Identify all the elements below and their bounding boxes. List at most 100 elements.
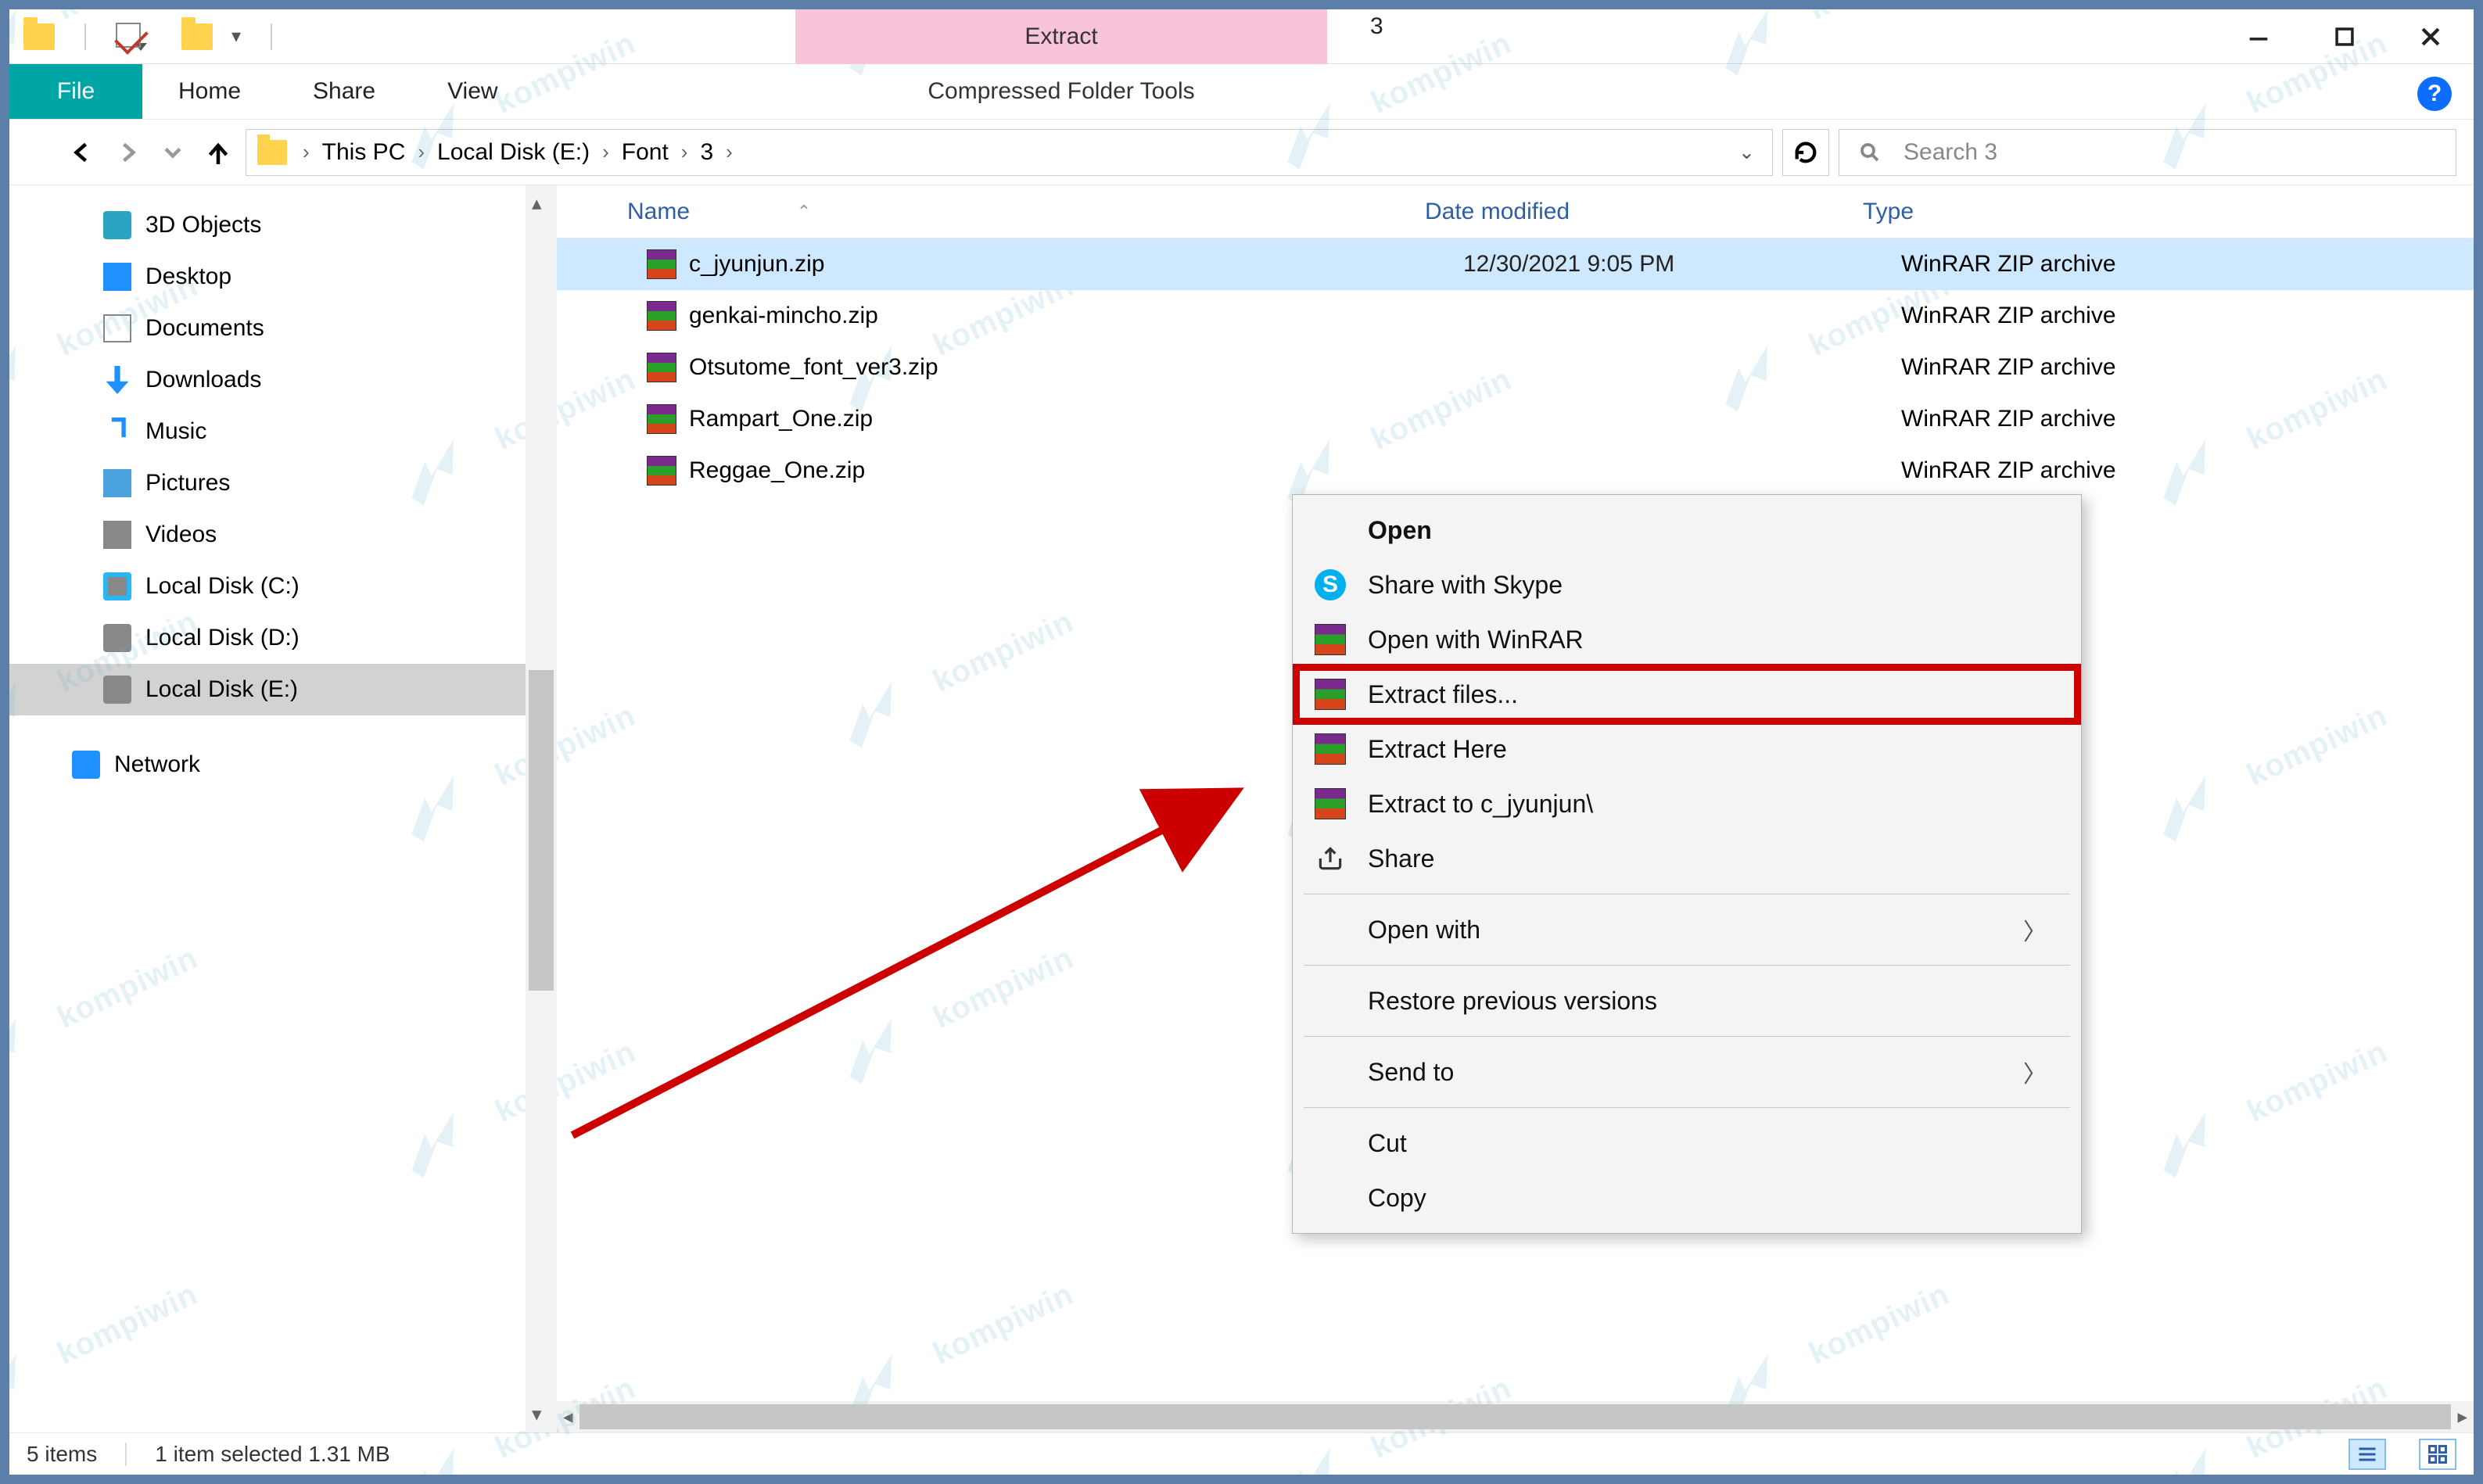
- sidebar-item-documents[interactable]: Documents: [103, 303, 526, 354]
- back-button[interactable]: [64, 134, 100, 170]
- file-row[interactable]: genkai-mincho.zip WinRAR ZIP archive: [557, 290, 2474, 342]
- chevron-right-icon[interactable]: ›: [413, 140, 429, 164]
- chevron-right-icon[interactable]: ›: [721, 140, 737, 164]
- winrar-icon: [1315, 679, 1346, 710]
- breadcrumb-item[interactable]: Font: [614, 139, 676, 166]
- sidebar-item-label: Desktop: [145, 263, 231, 290]
- menu-item-label: Copy: [1368, 1184, 2047, 1213]
- breadcrumb-item[interactable]: This PC: [314, 139, 414, 166]
- sidebar-item-3d-objects[interactable]: 3D Objects: [103, 199, 526, 251]
- menu-item-label: Extract Here: [1368, 735, 2047, 764]
- navigation-pane: 3D Objects Desktop Documents Downloads M…: [9, 185, 557, 1432]
- sidebar-item-music[interactable]: Music: [103, 406, 526, 457]
- sidebar-item-videos[interactable]: Videos: [103, 509, 526, 561]
- folder-icon: [257, 140, 287, 165]
- qat-customize-icon[interactable]: ▾: [231, 25, 241, 48]
- window-title: 3: [1370, 13, 1383, 40]
- close-button[interactable]: [2388, 13, 2474, 60]
- file-row[interactable]: Reggae_One.zip WinRAR ZIP archive: [557, 445, 2474, 496]
- winrar-zip-icon: [647, 456, 676, 486]
- chevron-right-icon[interactable]: ›: [597, 140, 614, 164]
- chevron-right-icon[interactable]: ›: [676, 140, 693, 164]
- scroll-thumb[interactable]: [579, 1404, 2452, 1429]
- ribbon: File Home Share View Extract Compressed …: [9, 64, 2474, 119]
- address-dropdown-icon[interactable]: ⌄: [1728, 141, 1766, 164]
- blank-icon: [1315, 914, 1346, 945]
- context-menu: Open SShare with Skype Open with WinRAR …: [1292, 494, 2082, 1234]
- sidebar-item-desktop[interactable]: Desktop: [103, 251, 526, 303]
- winrar-zip-icon: [647, 404, 676, 434]
- separator: [125, 1443, 127, 1466]
- file-name: Reggae_One.zip: [689, 457, 1463, 484]
- breadcrumb-item[interactable]: 3: [692, 139, 721, 166]
- contextual-tab-group: Extract Compressed Folder Tools: [795, 9, 1327, 119]
- sidebar-scrollbar[interactable]: [526, 185, 557, 1432]
- winrar-zip-icon: [647, 249, 676, 279]
- tab-share[interactable]: Share: [277, 64, 411, 119]
- breadcrumb-item[interactable]: Local Disk (E:): [429, 139, 597, 166]
- tab-view[interactable]: View: [411, 64, 533, 119]
- tab-file[interactable]: File: [9, 64, 142, 119]
- column-headers: Name ⌃ Date modified Type: [557, 185, 2474, 238]
- column-header-name[interactable]: Name ⌃: [627, 199, 1425, 225]
- view-large-icons-button[interactable]: [2419, 1439, 2456, 1470]
- menu-item-copy[interactable]: Copy: [1296, 1170, 2078, 1225]
- tab-compressed-folder-tools[interactable]: Compressed Folder Tools: [795, 64, 1327, 119]
- chevron-right-icon[interactable]: ›: [298, 140, 314, 164]
- properties-check-icon[interactable]: [116, 23, 141, 48]
- file-type: WinRAR ZIP archive: [1901, 406, 2474, 432]
- menu-item-share-skype[interactable]: SShare with Skype: [1296, 557, 2078, 612]
- maximize-button[interactable]: [2302, 13, 2388, 60]
- sidebar-item-label: Videos: [145, 522, 217, 548]
- tab-home[interactable]: Home: [142, 64, 277, 119]
- view-details-button[interactable]: [2348, 1439, 2386, 1470]
- file-type: WinRAR ZIP archive: [1901, 303, 2474, 329]
- up-button[interactable]: [200, 134, 236, 170]
- drive-icon: [103, 572, 131, 600]
- menu-item-cut[interactable]: Cut: [1296, 1116, 2078, 1170]
- scroll-track[interactable]: [579, 1404, 2452, 1429]
- menu-item-restore-previous-versions[interactable]: Restore previous versions: [1296, 973, 2078, 1028]
- sidebar-item-local-disk-d[interactable]: Local Disk (D:): [103, 612, 526, 664]
- column-header-type[interactable]: Type: [1863, 199, 2474, 225]
- sidebar-item-downloads[interactable]: Downloads: [103, 354, 526, 406]
- sidebar-item-pictures[interactable]: Pictures: [103, 457, 526, 509]
- sidebar-item-label: Local Disk (C:): [145, 573, 300, 600]
- scroll-thumb[interactable]: [529, 670, 554, 991]
- sidebar-item-network[interactable]: Network: [72, 739, 526, 790]
- menu-item-open-winrar[interactable]: Open with WinRAR: [1296, 612, 2078, 667]
- menu-item-share[interactable]: Share: [1296, 831, 2078, 886]
- file-row[interactable]: Otsutome_font_ver3.zip WinRAR ZIP archiv…: [557, 342, 2474, 393]
- search-input[interactable]: Search 3: [1839, 129, 2456, 176]
- column-header-date[interactable]: Date modified: [1425, 199, 1863, 225]
- scroll-left-icon[interactable]: [557, 1405, 579, 1428]
- file-row[interactable]: Rampart_One.zip WinRAR ZIP archive: [557, 393, 2474, 445]
- blank-icon: [1315, 1056, 1346, 1088]
- contextual-tab-category: Extract: [795, 9, 1327, 64]
- help-button[interactable]: ?: [2417, 77, 2452, 111]
- file-row[interactable]: c_jyunjun.zip 12/30/2021 9:05 PM WinRAR …: [557, 238, 2474, 290]
- refresh-button[interactable]: [1782, 129, 1829, 176]
- file-name: Rampart_One.zip: [689, 406, 1463, 432]
- menu-item-label: Send to: [1368, 1058, 2001, 1087]
- scroll-right-icon[interactable]: [2451, 1405, 2474, 1428]
- sidebar-item-label: 3D Objects: [145, 212, 261, 238]
- menu-item-open-with[interactable]: Open with〉: [1296, 902, 2078, 957]
- menu-item-extract-files[interactable]: Extract files...: [1296, 667, 2078, 722]
- recent-locations-button[interactable]: [155, 134, 191, 170]
- menu-item-extract-here[interactable]: Extract Here: [1296, 722, 2078, 776]
- menu-item-extract-to[interactable]: Extract to c_jyunjun\: [1296, 776, 2078, 831]
- sidebar-item-local-disk-c[interactable]: Local Disk (C:): [103, 561, 526, 612]
- forward-button[interactable]: [109, 134, 145, 170]
- drive-icon: [103, 676, 131, 704]
- minimize-button[interactable]: [2216, 13, 2302, 60]
- network-icon: [72, 751, 100, 779]
- sidebar-item-local-disk-e[interactable]: Local Disk (E:): [9, 664, 526, 715]
- horizontal-scrollbar[interactable]: [557, 1401, 2474, 1432]
- search-placeholder: Search 3: [1904, 139, 1997, 166]
- menu-item-send-to[interactable]: Send to〉: [1296, 1045, 2078, 1099]
- file-type: WinRAR ZIP archive: [1901, 457, 2474, 484]
- new-folder-icon[interactable]: [181, 23, 213, 50]
- menu-item-open[interactable]: Open: [1296, 503, 2078, 557]
- address-bar[interactable]: › This PC › Local Disk (E:) › Font › 3 ›…: [246, 129, 1773, 176]
